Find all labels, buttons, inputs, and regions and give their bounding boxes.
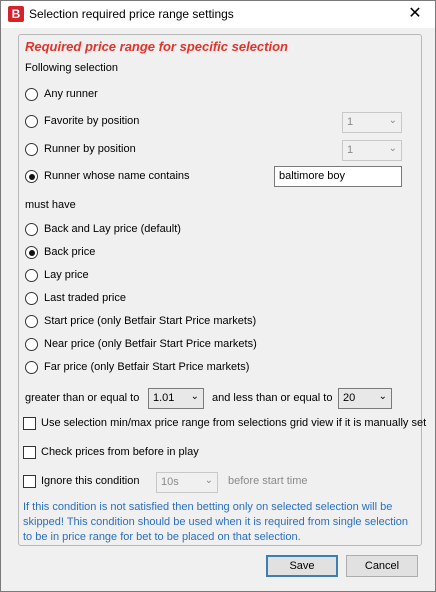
radio-back-and-lay[interactable] [25,223,38,236]
use-minmax-label[interactable]: Use selection min/max price range from s… [41,417,426,429]
ignore-condition-checkbox[interactable] [23,475,36,488]
chevron-down-icon: ⌄ [388,143,397,154]
favorite-position-select[interactable]: 1 ⌄ [342,112,402,133]
use-minmax-checkbox[interactable] [23,417,36,430]
save-button[interactable]: Save [266,555,338,577]
cancel-button[interactable]: Cancel [346,555,418,577]
radio-far-price[interactable] [25,361,38,374]
settings-panel [18,34,422,546]
gte-label: greater than or equal to [25,392,140,404]
far-price-label[interactable]: Far price (only Betfair Start Price mark… [44,361,249,373]
check-prices-label[interactable]: Check prices from before in play [41,446,199,458]
runner-by-position-label[interactable]: Runner by position [44,143,136,155]
title-bar: B Selection required price range setting… [1,1,435,28]
start-price-label[interactable]: Start price (only Betfair Start Price ma… [44,315,256,327]
following-selection-label: Following selection [25,62,118,74]
back-and-lay-label[interactable]: Back and Lay price (default) [44,223,181,235]
lte-price-value: 20 [343,392,356,404]
lte-price-select[interactable]: 20 ⌄ [338,388,392,409]
ignore-time-value: 10s [161,476,179,488]
radio-back-price[interactable] [25,246,38,259]
near-price-label[interactable]: Near price (only Betfair Start Price mar… [44,338,257,350]
back-price-label[interactable]: Back price [44,246,95,258]
radio-near-price[interactable] [25,338,38,351]
radio-last-traded-price[interactable] [25,292,38,305]
dialog-window: B Selection required price range setting… [0,0,436,592]
app-logo-icon: B [8,6,24,22]
info-message: If this condition is not satisfied then … [23,501,409,543]
radio-any-runner[interactable] [25,88,38,101]
favorite-position-value: 1 [347,116,354,128]
radio-favorite-by-position[interactable] [25,115,38,128]
any-runner-label[interactable]: Any runner [44,88,98,100]
before-start-label: before start time [228,475,308,487]
runner-position-select[interactable]: 1 ⌄ [342,140,402,161]
radio-runner-name-contains[interactable] [25,170,38,183]
chevron-down-icon: ⌄ [378,391,387,402]
chevron-down-icon: ⌄ [204,475,213,486]
must-have-label: must have [25,199,76,211]
close-icon[interactable]: ✕ [401,3,429,25]
gte-price-value: 1.01 [153,392,175,404]
last-traded-price-label[interactable]: Last traded price [44,292,126,304]
radio-runner-by-position[interactable] [25,143,38,156]
gte-price-select[interactable]: 1.01 ⌄ [148,388,204,409]
check-prices-checkbox[interactable] [23,446,36,459]
window-title: Selection required price range settings [29,7,234,21]
ignore-time-select[interactable]: 10s ⌄ [156,472,218,493]
radio-lay-price[interactable] [25,269,38,282]
chevron-down-icon: ⌄ [388,115,397,126]
runner-position-value: 1 [347,144,354,156]
runner-name-input[interactable]: baltimore boy [274,166,402,187]
lte-label: and less than or equal to [212,392,333,404]
favorite-by-position-label[interactable]: Favorite by position [44,115,139,127]
panel-title: Required price range for specific select… [25,39,288,54]
ignore-condition-label[interactable]: Ignore this condition [41,475,139,487]
runner-name-contains-label[interactable]: Runner whose name contains [44,170,190,182]
radio-start-price[interactable] [25,315,38,328]
lay-price-label[interactable]: Lay price [44,269,89,281]
chevron-down-icon: ⌄ [190,391,199,402]
